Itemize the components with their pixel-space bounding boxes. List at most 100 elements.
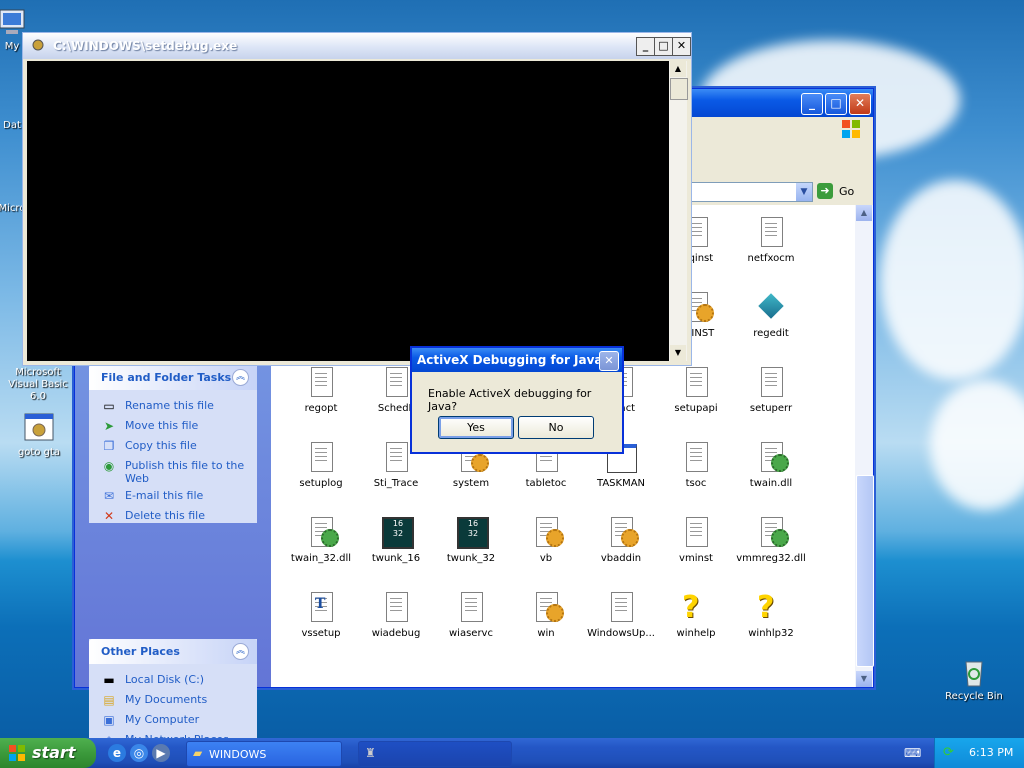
- chevron-up-icon[interactable]: ︽: [232, 643, 249, 660]
- chevron-up-icon[interactable]: ︽: [232, 369, 249, 386]
- internet-explorer-icon[interactable]: e: [108, 744, 126, 762]
- go-label: Go: [839, 185, 855, 198]
- file-name: vminst: [679, 553, 713, 564]
- scroll-up-icon[interactable]: ▲: [856, 205, 872, 221]
- panel-title: File and Folder Tasks: [101, 371, 232, 384]
- console-output[interactable]: [27, 61, 669, 361]
- panel-header[interactable]: Other Places ︽: [89, 639, 257, 664]
- file-item[interactable]: twain.dll: [735, 440, 807, 489]
- minimize-button[interactable]: _: [636, 37, 655, 56]
- file-item[interactable]: ? winhelp: [660, 590, 732, 639]
- file-item[interactable]: netfxocm: [735, 215, 807, 264]
- no-button[interactable]: No: [518, 416, 594, 439]
- console-title-bar[interactable]: C:\WINDOWS\setdebug.exe _ □ ✕: [23, 33, 691, 59]
- taskbar-item-console[interactable]: ♜: [358, 741, 512, 767]
- file-item[interactable]: Tvssetup: [285, 590, 357, 639]
- dialog-title-bar[interactable]: ActiveX Debugging for Java ✕: [412, 348, 622, 372]
- place-my-documents[interactable]: ▤ My Documents: [89, 690, 257, 710]
- start-label: start: [32, 743, 76, 762]
- windows-logo-icon: [9, 745, 25, 761]
- vertical-scrollbar[interactable]: ▲ ▼: [855, 205, 874, 687]
- system-tray: ⟳ 6:13 PM: [934, 738, 1024, 768]
- scroll-down-icon[interactable]: ▼: [670, 345, 686, 361]
- place-local-disk[interactable]: ▬ Local Disk (C:): [89, 670, 257, 690]
- folder-icon: ▰: [193, 746, 203, 760]
- console-icon: ♜: [365, 746, 376, 760]
- file-name: TASKMAN: [596, 478, 646, 489]
- file-name: Sti_Trace: [373, 478, 419, 489]
- file-item[interactable]: vb: [510, 515, 582, 564]
- file-item[interactable]: 16 32 twunk_16: [360, 515, 432, 564]
- minimize-button[interactable]: _: [801, 93, 823, 115]
- desktop-icon-visual-basic[interactable]: Microsoft Visual Basic 6.0: [0, 367, 76, 403]
- console-scrollbar[interactable]: ▲ ▼: [669, 61, 688, 361]
- text-file-icon: [305, 440, 337, 474]
- panel-header[interactable]: File and Folder Tasks ︽: [89, 365, 257, 390]
- file-item[interactable]: ? winhlp32: [735, 590, 807, 639]
- move-icon: ➤: [103, 419, 115, 433]
- text-file-icon: [605, 590, 637, 624]
- start-button[interactable]: start: [0, 738, 96, 768]
- task-label: Delete this file: [125, 509, 205, 522]
- console-window: C:\WINDOWS\setdebug.exe _ □ ✕ ▲ ▼: [22, 32, 692, 366]
- file-name: winhelp: [676, 628, 716, 639]
- recycle-bin-icon: [958, 656, 990, 688]
- file-item[interactable]: setupapi: [660, 365, 732, 414]
- task-label: Rename this file: [125, 399, 214, 412]
- scroll-up-icon[interactable]: ▲: [670, 61, 686, 77]
- text-file-icon: [680, 440, 712, 474]
- task-delete[interactable]: ✕ Delete this file: [89, 506, 257, 526]
- place-my-computer[interactable]: ▣ My Computer: [89, 710, 257, 730]
- scroll-thumb[interactable]: [670, 78, 688, 100]
- desktop-icon-label: goto gta: [17, 447, 61, 458]
- file-item[interactable]: wiaservc: [435, 590, 507, 639]
- yes-button[interactable]: Yes: [438, 416, 514, 439]
- go-button[interactable]: ➜ Go: [817, 182, 861, 202]
- file-name: wiadebug: [371, 628, 421, 639]
- file-name: setuperr: [749, 403, 793, 414]
- publish-icon: ◉: [103, 459, 115, 473]
- file-item[interactable]: wiadebug: [360, 590, 432, 639]
- task-copy[interactable]: ❐ Copy this file: [89, 436, 257, 456]
- maximize-button[interactable]: □: [825, 93, 847, 115]
- file-item[interactable]: regopt: [285, 365, 357, 414]
- task-publish[interactable]: ◉ Publish this file to the Web: [89, 456, 257, 486]
- font-file-icon: T: [305, 590, 337, 624]
- chevron-down-icon[interactable]: ▼: [796, 183, 812, 201]
- file-item[interactable]: WindowsUp...: [585, 590, 657, 639]
- file-item[interactable]: setuplog: [285, 440, 357, 489]
- close-button[interactable]: ✕: [849, 93, 871, 115]
- file-item[interactable]: vbaddin: [585, 515, 657, 564]
- keyboard-icon[interactable]: ⌨: [904, 746, 921, 760]
- delete-icon: ✕: [103, 509, 115, 523]
- task-rename[interactable]: ▭ Rename this file: [89, 396, 257, 416]
- file-item[interactable]: vminst: [660, 515, 732, 564]
- file-item[interactable]: 16 32 twunk_32: [435, 515, 507, 564]
- file-name: setupapi: [674, 403, 718, 414]
- help-file-icon: ?: [682, 590, 700, 625]
- file-name: vmmreg32.dll: [736, 553, 806, 564]
- file-item[interactable]: twain_32.dll: [285, 515, 357, 564]
- file-name: vb: [539, 553, 553, 564]
- network-tray-icon[interactable]: ⟳: [943, 745, 954, 760]
- task-label: Publish this file to the Web: [125, 459, 245, 485]
- task-email[interactable]: ✉ E-mail this file: [89, 486, 257, 506]
- scroll-down-icon[interactable]: ▼: [856, 671, 872, 687]
- text-file-icon: [380, 590, 412, 624]
- file-item[interactable]: regedit: [735, 290, 807, 339]
- dialog-close-button[interactable]: ✕: [599, 351, 619, 371]
- maximize-button[interactable]: □: [654, 37, 673, 56]
- close-button[interactable]: ✕: [672, 37, 691, 56]
- file-item[interactable]: vmmreg32.dll: [735, 515, 807, 564]
- file-item[interactable]: win: [510, 590, 582, 639]
- task-move[interactable]: ➤ Move this file: [89, 416, 257, 436]
- file-name: twain_32.dll: [290, 553, 352, 564]
- file-item[interactable]: setuperr: [735, 365, 807, 414]
- media-player-icon[interactable]: ▶: [152, 744, 170, 762]
- desktop-icon-goto-gta[interactable]: goto gta: [1, 412, 77, 459]
- desktop-icon-recycle-bin[interactable]: Recycle Bin: [936, 656, 1012, 703]
- file-item[interactable]: tsoc: [660, 440, 732, 489]
- scroll-thumb[interactable]: [856, 475, 874, 667]
- taskbar-item-windows[interactable]: ▰ WINDOWS: [186, 741, 342, 767]
- outlook-express-icon[interactable]: ◎: [130, 744, 148, 762]
